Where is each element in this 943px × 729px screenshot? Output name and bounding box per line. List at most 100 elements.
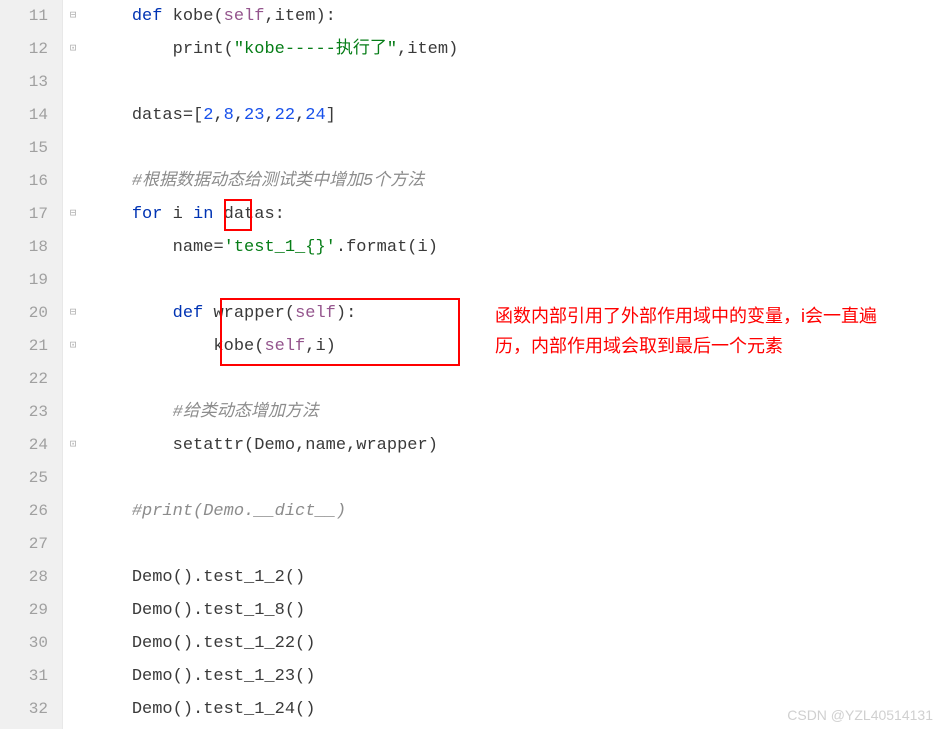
- line-number: 23: [0, 396, 62, 429]
- line-number: 27: [0, 528, 62, 561]
- keyword-def: def: [173, 304, 204, 323]
- code-line[interactable]: datas=[2,8,23,22,24]: [91, 99, 943, 132]
- indent: [91, 172, 132, 191]
- code-line-empty[interactable]: [91, 528, 943, 561]
- paren: (: [244, 436, 254, 455]
- comment: #print(Demo.__dict__): [132, 502, 346, 521]
- code-line-empty[interactable]: [91, 132, 943, 165]
- indent: [91, 502, 132, 521]
- colon: :: [275, 205, 285, 224]
- method-call: Demo().test_1_22(): [132, 634, 316, 653]
- code-line[interactable]: #print(Demo.__dict__): [91, 495, 943, 528]
- line-number: 17: [0, 198, 62, 231]
- func-name: wrapper: [213, 304, 284, 323]
- string-literal: "kobe-----执行了": [234, 40, 397, 59]
- comma: ,: [397, 40, 407, 59]
- paren: ): [428, 436, 438, 455]
- method-call: Demo().test_1_23(): [132, 667, 316, 686]
- fold-end-icon[interactable]: ⊡: [67, 439, 79, 451]
- var: datas: [132, 106, 183, 125]
- code-line[interactable]: Demo().test_1_23(): [91, 660, 943, 693]
- func-name: kobe: [173, 7, 214, 26]
- paren: ): [448, 40, 458, 59]
- fold-icon[interactable]: ⊟: [67, 208, 79, 220]
- code-line[interactable]: #根据数据动态给测试类中增加5个方法: [91, 165, 943, 198]
- line-number: 15: [0, 132, 62, 165]
- assign: =[: [183, 106, 203, 125]
- line-number: 30: [0, 627, 62, 660]
- comma: ,: [346, 436, 356, 455]
- keyword-in: in: [193, 205, 213, 224]
- code-line-empty[interactable]: [91, 363, 943, 396]
- space: [183, 205, 193, 224]
- var: wrapper: [356, 436, 427, 455]
- assign: =: [213, 238, 223, 257]
- comma: ,: [234, 106, 244, 125]
- number: 2: [203, 106, 213, 125]
- code-line-empty[interactable]: [91, 462, 943, 495]
- line-number: 18: [0, 231, 62, 264]
- param-self: self: [224, 7, 265, 26]
- var-i: i: [173, 205, 183, 224]
- line-number: 26: [0, 495, 62, 528]
- indent: [91, 238, 173, 257]
- paren: ): [428, 238, 438, 257]
- comma: ,: [295, 106, 305, 125]
- paren: (: [213, 7, 223, 26]
- indent: [91, 403, 173, 422]
- code-line[interactable]: Demo().test_1_2(): [91, 561, 943, 594]
- var: name: [305, 436, 346, 455]
- watermark: CSDN @YZL40514131: [787, 707, 933, 723]
- comma: ,: [264, 106, 274, 125]
- code-line[interactable]: #给类动态增加方法: [91, 396, 943, 429]
- code-content[interactable]: def kobe(self,item): print("kobe-----执行了…: [85, 0, 943, 729]
- paren: (: [407, 238, 417, 257]
- paren: ): [326, 337, 336, 356]
- line-number-gutter: 11 12 13 14 15 16 17 18 19 20 21 22 23 2…: [0, 0, 63, 729]
- comma: ,: [295, 436, 305, 455]
- indent: [91, 304, 173, 323]
- code-line[interactable]: setattr(Demo,name,wrapper): [91, 429, 943, 462]
- code-line-empty[interactable]: [91, 264, 943, 297]
- comma: ,: [264, 7, 274, 26]
- fold-gutter: ⊟ ⊡ ⊟ ⊟ ⊡ ⊡: [63, 0, 85, 729]
- param: item: [275, 7, 316, 26]
- code-line[interactable]: Demo().test_1_8(): [91, 594, 943, 627]
- code-line[interactable]: name='test_1_{}'.format(i): [91, 231, 943, 264]
- comma: ,: [213, 106, 223, 125]
- indent: [91, 667, 132, 686]
- line-number: 21: [0, 330, 62, 363]
- code-line-empty[interactable]: [91, 66, 943, 99]
- line-number: 20: [0, 297, 62, 330]
- number: 22: [275, 106, 295, 125]
- annotation-line-1: 函数内部引用了外部作用域中的变量，i会一直遍: [495, 301, 877, 331]
- fold-icon[interactable]: ⊟: [67, 10, 79, 22]
- arg-self: self: [264, 337, 305, 356]
- annotation-text: 函数内部引用了外部作用域中的变量，i会一直遍 历，内部作用域会取到最后一个元素: [495, 301, 877, 361]
- keyword-for: for: [132, 205, 163, 224]
- line-number: 19: [0, 264, 62, 297]
- indent: [91, 700, 132, 719]
- code-line[interactable]: Demo().test_1_22(): [91, 627, 943, 660]
- indent: [91, 106, 132, 125]
- line-number: 28: [0, 561, 62, 594]
- line-number: 11: [0, 0, 62, 33]
- fold-end-icon[interactable]: ⊡: [67, 43, 79, 55]
- method-call: Demo().test_1_2(): [132, 568, 305, 587]
- space: [203, 304, 213, 323]
- fold-icon[interactable]: ⊟: [67, 307, 79, 319]
- line-number: 14: [0, 99, 62, 132]
- var: i: [315, 337, 325, 356]
- code-line[interactable]: print("kobe-----执行了",item): [91, 33, 943, 66]
- comment: #给类动态增加方法: [173, 403, 319, 422]
- var: i: [417, 238, 427, 257]
- indent: [91, 436, 173, 455]
- indent: [91, 205, 132, 224]
- line-number: 29: [0, 594, 62, 627]
- paren: ):: [315, 7, 335, 26]
- paren: (: [224, 40, 234, 59]
- func-call: kobe: [213, 337, 254, 356]
- code-line[interactable]: for i in datas:: [91, 198, 943, 231]
- fold-end-icon[interactable]: ⊡: [67, 340, 79, 352]
- code-line[interactable]: def kobe(self,item):: [91, 0, 943, 33]
